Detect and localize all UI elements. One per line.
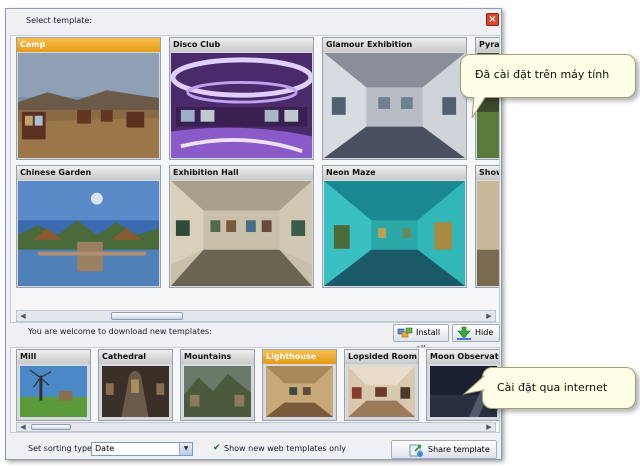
hide-label: Hide [475,328,494,337]
template-caption: Mountains [181,350,254,364]
sorting-type-label: Set sorting type: [28,444,95,453]
template-tile-neon-maze[interactable]: Neon Maze [322,165,467,288]
template-caption: Disco Club [170,38,313,52]
web-templates-panel: Mill Cathedral Mountains Lighthouse Lops… [10,347,500,433]
template-thumbnail [171,53,312,158]
web-horizontal-scrollbar[interactable]: ◀ ▶ [16,422,496,432]
template-thumbnail [18,181,159,286]
scroll-right-arrow-icon[interactable]: ▶ [483,423,495,431]
template-caption: Showro [476,166,499,180]
template-thumbnail [20,366,87,417]
template-thumbnail [324,181,465,286]
hide-button[interactable]: Hide [452,324,500,342]
template-tile-camp[interactable]: Camp [16,37,161,160]
internet-callout: Cài đặt qua internet [482,367,636,409]
template-caption: Lighthouse [263,350,336,364]
template-caption: Cathedral [99,350,172,364]
scroll-right-arrow-icon[interactable]: ▶ [483,311,495,321]
dialog-titlebar: Select template: × [6,9,501,33]
template-thumbnail [266,366,333,417]
template-caption: Camp [17,38,160,52]
installed-callout-text: Đã cài đặt trên máy tính [475,68,610,81]
template-caption: Neon Maze [323,166,466,180]
web-templates-label: You are welcome to download new template… [28,327,212,336]
template-caption: Chinese Garden [17,166,160,180]
installed-callout: Đã cài đặt trên máy tính [460,54,636,98]
scrollbar-thumb[interactable] [31,424,71,430]
dialog-title: Select template: [26,16,93,25]
close-icon: × [488,14,497,25]
template-tile-glamour-exhibition[interactable]: Glamour Exhibition [322,37,467,160]
template-thumbnail [102,366,169,417]
template-thumbnail [324,53,465,158]
scroll-left-arrow-icon[interactable]: ◀ [17,423,29,431]
scrollbar-thumb[interactable] [111,312,183,320]
install-all-icon [397,327,413,338]
show-new-label: Show new web templates only [224,444,347,453]
show-new-checkbox[interactable]: ✔ [213,443,221,453]
web-template-tile-lighthouse[interactable]: Lighthouse [262,349,337,421]
template-caption: Pyrami [476,38,499,52]
close-button[interactable]: × [486,13,499,26]
template-caption: Moon Observat... [427,350,499,364]
template-caption: Glamour Exhibition [323,38,466,52]
web-template-tile-lopsided-room[interactable]: Lopsided Room [344,349,419,421]
template-thumbnail [171,181,312,286]
sorting-type-value: Date [95,444,115,453]
template-tile-exhibition-hall[interactable]: Exhibition Hall [169,165,314,288]
template-caption: Exhibition Hall [170,166,313,180]
sorting-type-select[interactable]: Date ▼ [91,442,193,456]
web-template-tile-mill[interactable]: Mill [16,349,91,421]
scroll-left-arrow-icon[interactable]: ◀ [17,311,29,321]
installed-horizontal-scrollbar[interactable]: ◀ ▶ [16,310,496,322]
template-caption: Lopsided Room [345,350,418,364]
template-tile-disco-club[interactable]: Disco Club [169,37,314,160]
template-thumbnail [184,366,251,417]
share-icon [409,444,423,457]
template-dialog: Select template: × Camp Disco Club Glamo… [5,8,502,460]
template-thumbnail [18,53,159,158]
internet-callout-text: Cài đặt qua internet [497,381,608,394]
template-thumbnail [477,181,499,286]
share-template-label: Share template [428,445,490,454]
arrow-down-icon [457,326,471,340]
web-template-tile-cathedral[interactable]: Cathedral [98,349,173,421]
chevron-down-icon[interactable]: ▼ [179,443,192,455]
template-thumbnail [348,366,415,417]
share-template-button[interactable]: Share template [391,440,497,459]
install-all-button[interactable]: Install all [393,324,449,353]
installed-callout-tail [471,96,487,119]
template-caption: Mill [17,350,90,364]
web-template-tile-mountains[interactable]: Mountains [180,349,255,421]
template-tile-showroom[interactable]: Showro [475,165,499,288]
installed-templates-panel: Camp Disco Club Glamour Exhibition Pyra … [10,35,500,323]
template-tile-chinese-garden[interactable]: Chinese Garden [16,165,161,288]
internet-callout-tail [462,374,486,395]
